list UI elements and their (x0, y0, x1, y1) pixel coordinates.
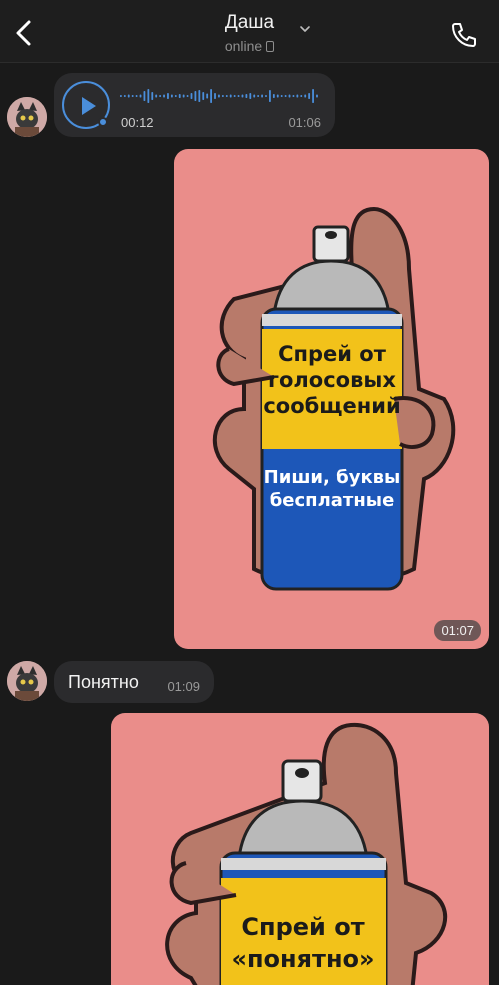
waveform-bar (131, 95, 134, 97)
waveform-bar (163, 94, 165, 98)
message-time: 01:09 (167, 679, 200, 694)
unplayed-indicator (98, 117, 108, 127)
waveform-bar (186, 95, 189, 97)
contact-status: online (225, 38, 275, 54)
waveform-bar (214, 93, 216, 99)
mobile-device-icon (266, 40, 275, 52)
contact-name: Даша (224, 12, 275, 33)
waveform-bar (253, 94, 256, 98)
waveform-bar (174, 95, 177, 97)
cat-avatar-icon (7, 661, 47, 701)
contact-avatar[interactable] (7, 97, 47, 137)
phone-call-icon[interactable] (449, 20, 479, 50)
waveform-bar (202, 92, 205, 100)
message-text: Понятно (68, 672, 139, 692)
play-icon (82, 97, 96, 115)
waveform-bar (288, 94, 291, 98)
can-label-line4: Пиши, буквы (264, 467, 401, 488)
image-message[interactable]: Спрей от «понятно» (111, 713, 489, 985)
waveform-bar (312, 89, 314, 103)
waveform-bar (237, 95, 240, 97)
image-message[interactable]: Спрей от голосовых сообщений Пиши, буквы… (174, 149, 489, 649)
waveform-bar (304, 94, 307, 98)
waveform-bar (210, 89, 212, 103)
can-label-line5: бесплатные (270, 490, 395, 511)
waveform-bar (265, 95, 267, 97)
waveform-bar (300, 95, 303, 97)
waveform-bar (151, 92, 154, 100)
waveform-bar (147, 89, 150, 103)
waveform-bar (276, 94, 279, 98)
waveform-bar (261, 94, 263, 98)
waveform-bar (272, 94, 275, 98)
can-label-line2: голосовых (268, 368, 396, 392)
waveform-bar (292, 95, 295, 97)
waveform-bar (155, 94, 158, 98)
waveform-bar (190, 93, 193, 99)
cat-avatar-icon (7, 97, 47, 137)
waveform-bar (284, 95, 287, 97)
waveform-bar (233, 95, 236, 97)
can-label-line2: «понятно» (231, 945, 374, 973)
waveform-bar (296, 94, 299, 98)
waveform-bar (308, 93, 311, 99)
waveform-bar (182, 94, 185, 98)
waveform-bar (241, 94, 244, 98)
spray-can-image: Спрей от «понятно» (165, 722, 448, 985)
waveform-bar (143, 91, 146, 101)
waveform-bar (178, 94, 181, 98)
waveform-bar (218, 94, 220, 98)
waveform-bar (245, 94, 248, 98)
waveform-bar (127, 94, 130, 98)
waveform-bar (159, 95, 162, 97)
waveform-bar (198, 90, 201, 102)
voice-message: 00:12 01:06 (54, 73, 335, 137)
waveform-bar (269, 90, 271, 102)
voice-sent-time: 01:06 (288, 115, 321, 130)
waveform-bar (123, 95, 126, 97)
can-label-line1: Спрей от (278, 342, 387, 366)
waveform-bar (170, 94, 173, 98)
waveform-bar (280, 95, 283, 97)
spray-can-image: Спрей от голосовых сообщений Пиши, буквы… (212, 206, 456, 591)
can-label-line1: Спрей от (241, 913, 364, 941)
waveform-bar (139, 94, 142, 98)
waveform-bar (316, 94, 318, 98)
chat-title-block[interactable]: Даша online (0, 12, 499, 56)
waveform-bar (229, 94, 232, 98)
waveform-bar (135, 95, 138, 97)
waveform-bar (120, 95, 122, 97)
waveform-bar (221, 95, 224, 97)
waveform-bar (206, 93, 209, 99)
chat-header: Даша online (0, 0, 499, 63)
image-sent-time: 01:07 (434, 620, 481, 641)
waveform-bar (249, 93, 252, 99)
waveform-bar (257, 95, 260, 97)
contact-avatar[interactable] (7, 661, 47, 701)
can-label-line3: сообщений (263, 394, 400, 418)
waveform-bar (225, 95, 228, 97)
voice-waveform[interactable] (120, 85, 320, 107)
chevron-down-icon[interactable] (298, 22, 312, 36)
waveform-bar (167, 93, 169, 99)
voice-current-time: 00:12 (121, 115, 154, 130)
text-message[interactable]: Понятно 01:09 (54, 661, 214, 703)
waveform-bar (194, 91, 197, 101)
